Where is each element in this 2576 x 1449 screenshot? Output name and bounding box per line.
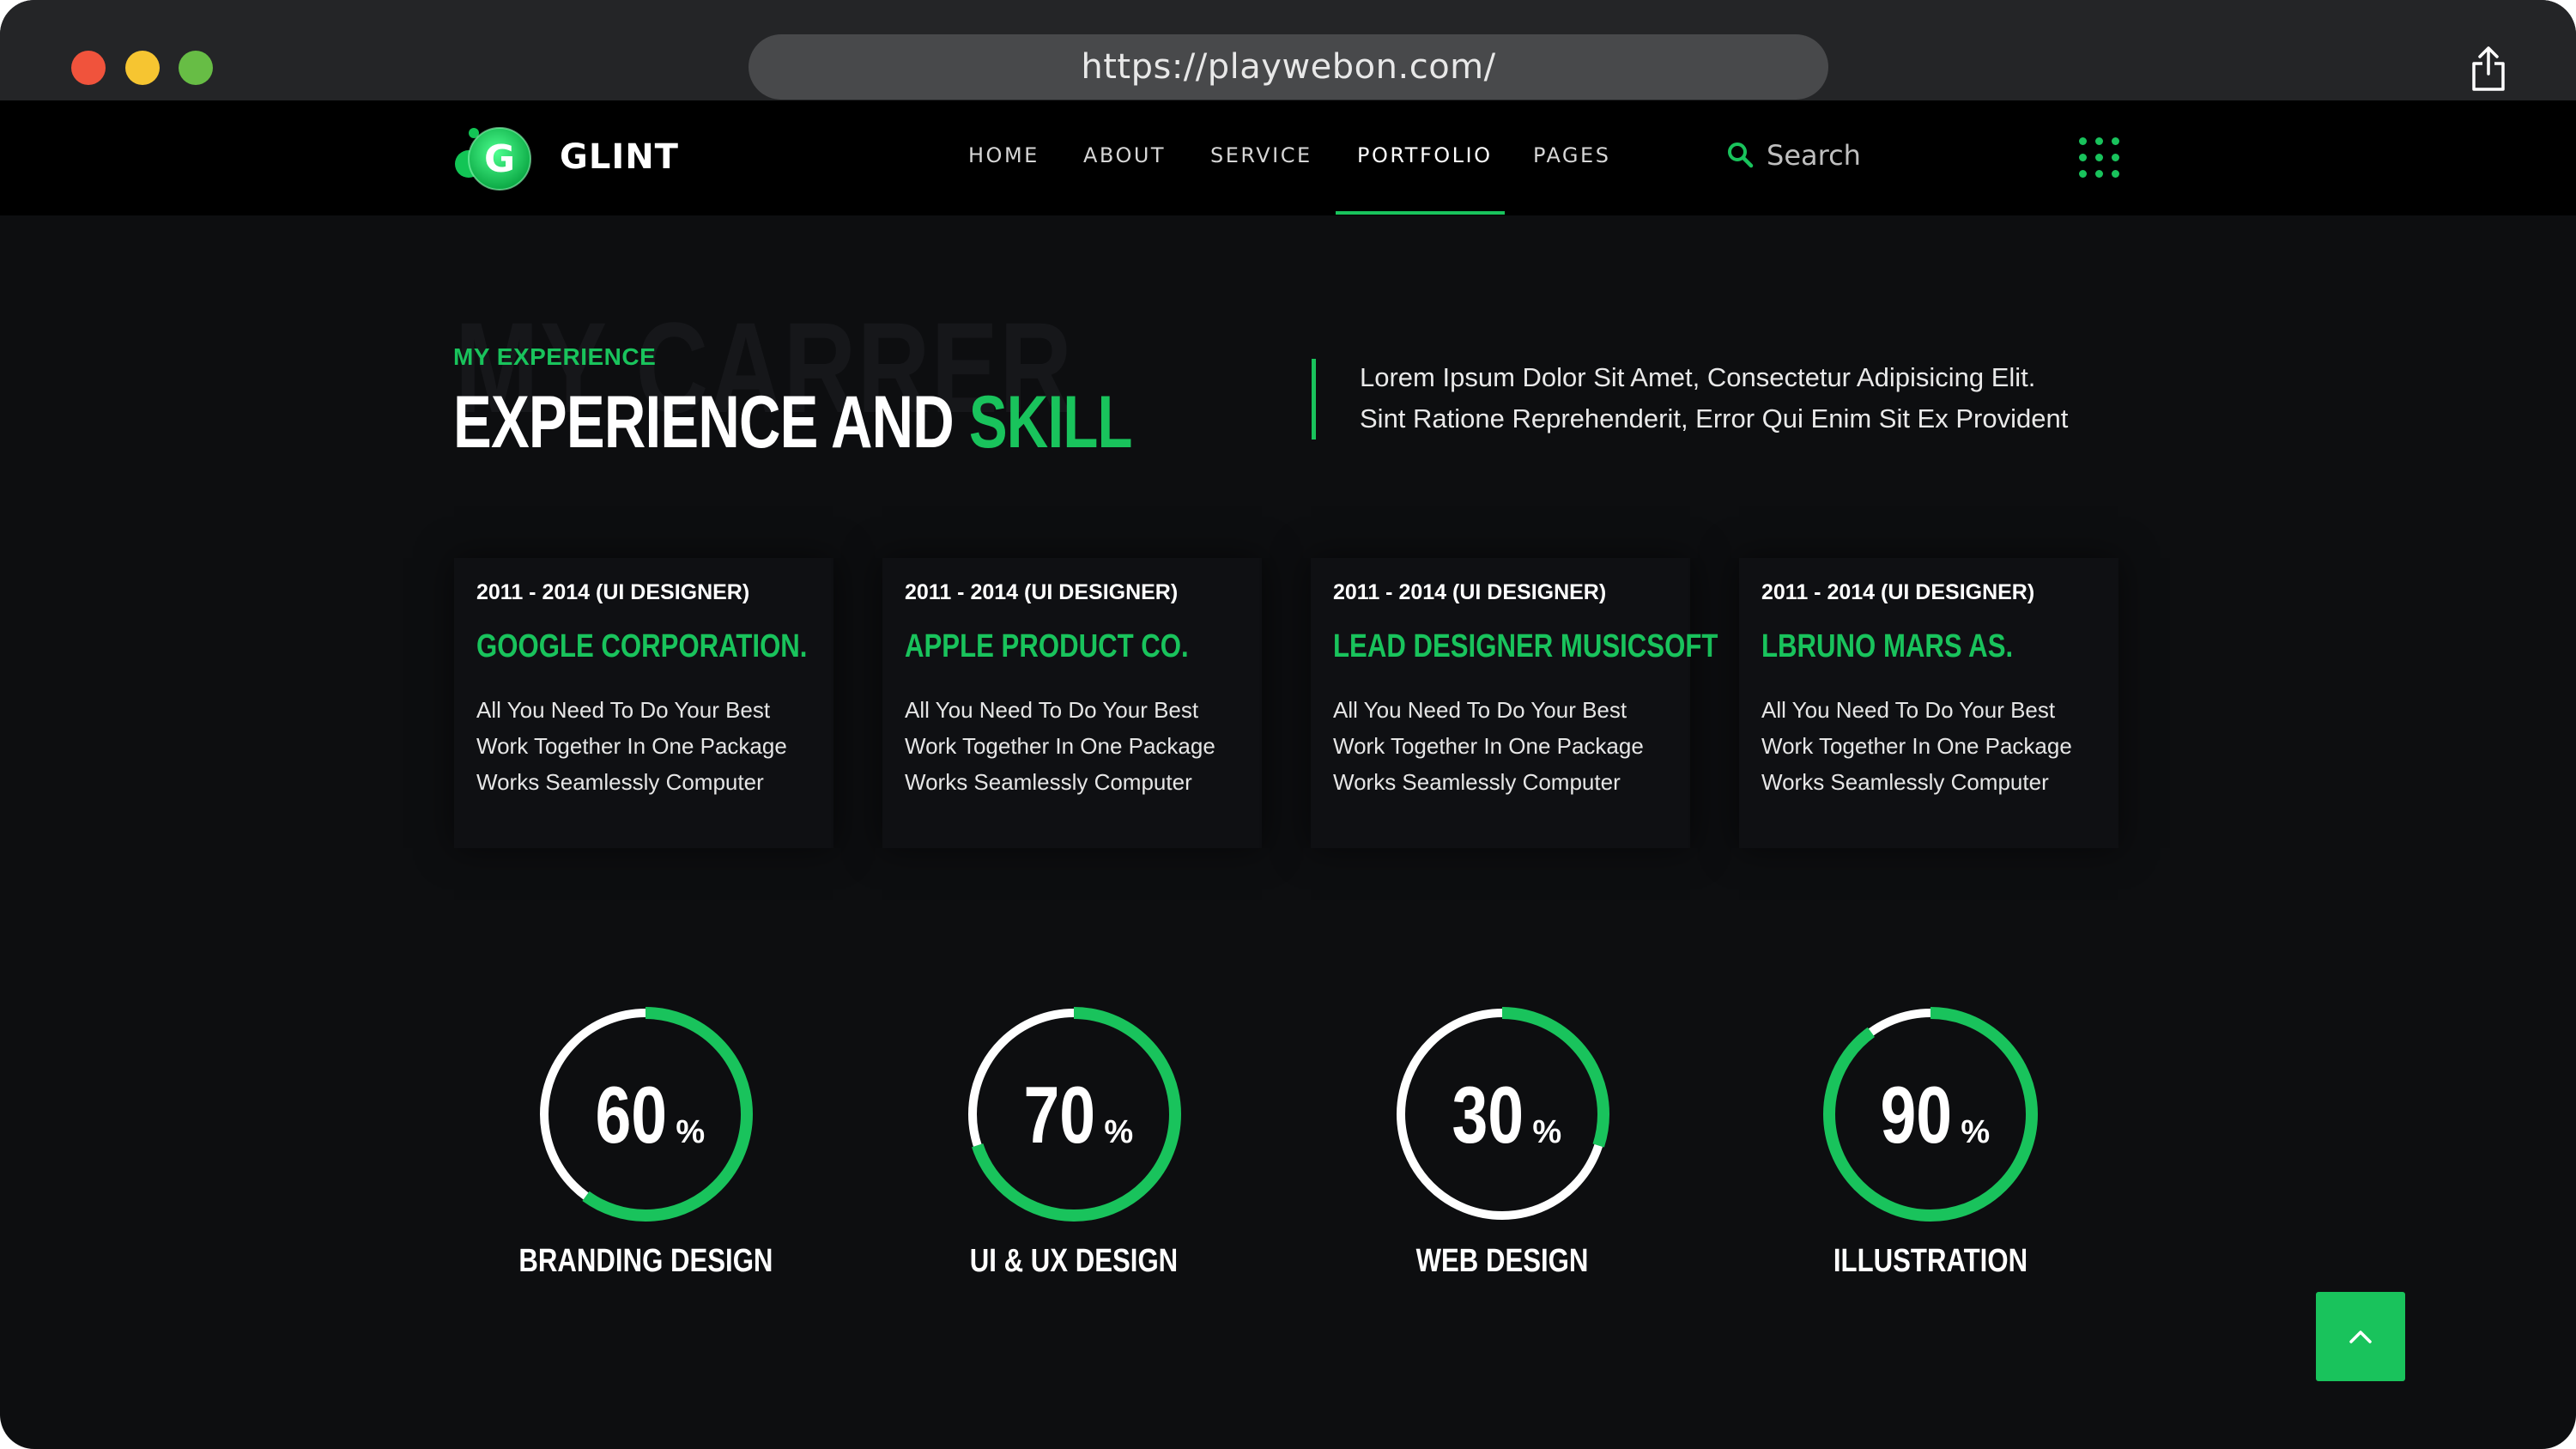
percent-sign: % [1532,1114,1562,1150]
nav-portfolio[interactable]: PORTFOLIO [1357,143,1493,167]
percent-sign: % [676,1114,706,1150]
section-description: Lorem Ipsum Dolor Sit Amet, Consectetur … [1360,357,2184,440]
experience-period: 2011 - 2014 (UI DESIGNER) [476,580,750,604]
search-icon[interactable] [1726,141,1754,168]
skill-label: UI & UX DESIGN [969,1243,1179,1279]
skill-percent: 30% [1392,1069,1612,1161]
skill-label: ILLUSTRATION [1833,1243,2028,1279]
experience-line: All You Need To Do Your Best [1333,697,1627,723]
description-line: Sint Ratione Reprehenderit, Error Qui En… [1360,403,2069,433]
skill-percent: 60% [536,1069,755,1161]
nav-pages[interactable]: PAGES [1533,143,1610,167]
experience-line: Works Seamlessly Computer [1333,769,1621,795]
experience-company: APPLE PRODUCT CO. [905,628,1189,664]
experience-description: All You Need To Do Your Best Work Togeth… [1333,692,1676,800]
nav-about[interactable]: ABOUT [1083,143,1166,167]
grid-menu-icon[interactable] [2077,136,2122,180]
experience-period: 2011 - 2014 (UI DESIGNER) [1333,580,1607,604]
experience-description: All You Need To Do Your Best Work Togeth… [476,692,820,800]
logo-icon[interactable]: G [452,119,537,197]
skill-label: BRANDING DESIGN [518,1243,773,1279]
experience-card: 2011 - 2014 (UI DESIGNER) GOOGLE CORPORA… [454,558,833,848]
percent-sign: % [1961,1114,1991,1150]
section-title-main: EXPERIENCE AND [453,381,969,464]
skill-value: 90 [1880,1070,1952,1160]
description-divider [1312,359,1316,440]
scroll-to-top-button[interactable] [2316,1292,2405,1381]
active-nav-indicator [1336,211,1505,215]
nav-home[interactable]: HOME [968,143,1039,167]
experience-line: Work Together In One Package [1333,733,1644,759]
section-subtitle: MY EXPERIENCE [453,343,657,370]
skill-value: 60 [595,1070,667,1160]
experience-line: Works Seamlessly Computer [1761,769,2049,795]
percent-sign: % [1104,1114,1134,1150]
experience-company: LBRUNO MARS AS. [1761,628,2014,664]
skill-percent: 90% [1821,1069,2040,1161]
close-window-button[interactable] [71,51,106,85]
brand-name[interactable]: GLINT [560,137,679,177]
experience-card: 2011 - 2014 (UI DESIGNER) LEAD DESIGNER … [1311,558,1718,848]
description-line: Lorem Ipsum Dolor Sit Amet, Consectetur … [1360,362,2036,392]
experience-line: All You Need To Do Your Best [905,697,1199,723]
experience-card: 2011 - 2014 (UI DESIGNER) LBRUNO MARS AS… [1739,558,2118,848]
section-title-accent: SKILL [968,381,1133,464]
section-title: EXPERIENCE AND SKILL [453,380,1132,465]
experience-description: All You Need To Do Your Best Work Togeth… [905,692,1248,800]
skill-value: 70 [1023,1070,1095,1160]
address-bar[interactable]: https://playwebon.com/ [749,34,1828,100]
skill-percent: 70% [964,1069,1184,1161]
experience-line: Work Together In One Package [905,733,1215,759]
nav-service[interactable]: SERVICE [1210,143,1312,167]
chevron-up-icon [2349,1331,2372,1343]
maximize-window-button[interactable] [179,51,213,85]
experience-company: GOOGLE CORPORATION. [476,628,808,664]
experience-line: Works Seamlessly Computer [476,769,764,795]
skill-label: WEB DESIGN [1415,1243,1589,1279]
experience-period: 2011 - 2014 (UI DESIGNER) [905,580,1179,604]
svg-text:G: G [484,137,515,181]
skill-value: 30 [1452,1070,1524,1160]
experience-period: 2011 - 2014 (UI DESIGNER) [1761,580,2035,604]
experience-card: 2011 - 2014 (UI DESIGNER) APPLE PRODUCT … [882,558,1262,848]
experience-line: Works Seamlessly Computer [905,769,1192,795]
search-input[interactable]: Search [1767,139,1861,172]
experience-line: Work Together In One Package [476,733,787,759]
experience-line: Work Together In One Package [1761,733,2072,759]
browser-window: https://playwebon.com/ G GLINT HOME ABOU… [0,0,2576,1449]
minimize-window-button[interactable] [125,51,160,85]
experience-line: All You Need To Do Your Best [476,697,771,723]
experience-line: All You Need To Do Your Best [1761,697,2056,723]
experience-company: LEAD DESIGNER MUSICSOFT [1333,628,1718,664]
experience-description: All You Need To Do Your Best Work Togeth… [1761,692,2105,800]
share-icon[interactable] [2469,45,2508,93]
